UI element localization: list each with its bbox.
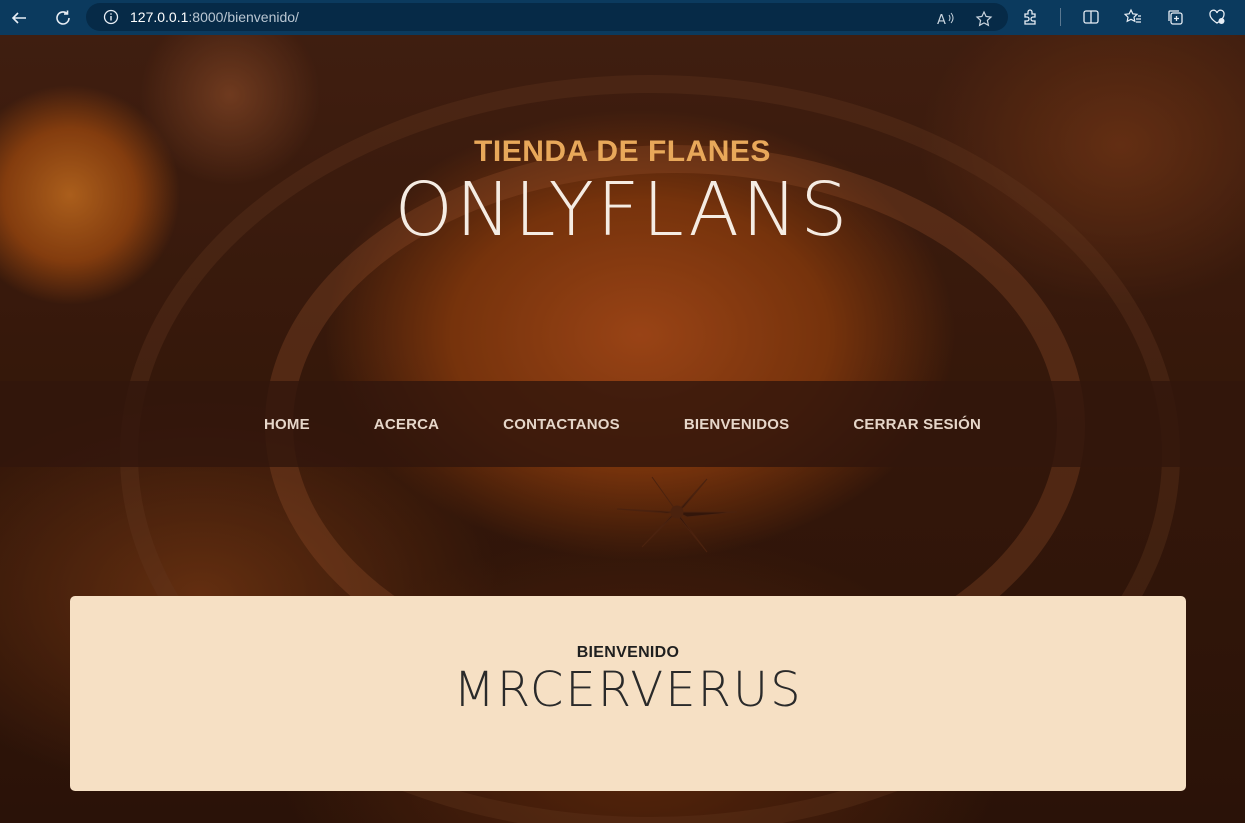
reload-icon[interactable] bbox=[50, 5, 76, 31]
nav-cerrar-sesion[interactable]: CERRAR SESIÓN bbox=[853, 416, 981, 433]
favorite-star-icon[interactable] bbox=[972, 7, 996, 31]
address-bar[interactable]: 127.0.0.1:8000/bienvenido/ A bbox=[86, 3, 1008, 31]
url-text[interactable]: 127.0.0.1:8000/bienvenido/ bbox=[130, 9, 299, 25]
nav-home[interactable]: HOME bbox=[264, 416, 310, 433]
url-host: 127.0.0.1 bbox=[130, 9, 189, 25]
nav-bienvenidos[interactable]: BIENVENIDOS bbox=[684, 416, 790, 433]
collections-icon[interactable] bbox=[1163, 5, 1187, 29]
toolbar-divider bbox=[1060, 8, 1061, 26]
nav-acerca[interactable]: ACERCA bbox=[374, 416, 439, 433]
back-icon[interactable] bbox=[6, 5, 32, 31]
extensions-icon[interactable] bbox=[1018, 5, 1042, 29]
site-subtitle: TIENDA DE FLANES bbox=[474, 135, 771, 168]
welcome-label: BIENVENIDO bbox=[576, 644, 680, 661]
browser-toolbar: 127.0.0.1:8000/bienvenido/ A bbox=[0, 0, 1245, 35]
site-header: TIENDA DE FLANES ONLYFLANS bbox=[0, 135, 1245, 247]
browser-essentials-icon[interactable] bbox=[1205, 5, 1229, 29]
welcome-card: BIENVENIDO MRCERVERUS bbox=[70, 596, 1186, 791]
read-aloud-icon[interactable]: A bbox=[934, 7, 958, 31]
split-screen-icon[interactable] bbox=[1079, 5, 1103, 29]
site-title: ONLYFLANS bbox=[394, 167, 851, 253]
svg-text:A: A bbox=[937, 13, 946, 27]
main-nav: HOME ACERCA CONTACTANOS BIENVENIDOS CERR… bbox=[0, 381, 1245, 467]
favorites-icon[interactable] bbox=[1121, 5, 1145, 29]
nav-contactanos[interactable]: CONTACTANOS bbox=[503, 416, 620, 433]
username-display: MRCERVERUS bbox=[453, 662, 803, 718]
page-background: TIENDA DE FLANES ONLYFLANS HOME ACERCA C… bbox=[0, 35, 1245, 823]
info-icon[interactable] bbox=[102, 8, 120, 26]
url-path: :8000/bienvenido/ bbox=[188, 9, 299, 25]
